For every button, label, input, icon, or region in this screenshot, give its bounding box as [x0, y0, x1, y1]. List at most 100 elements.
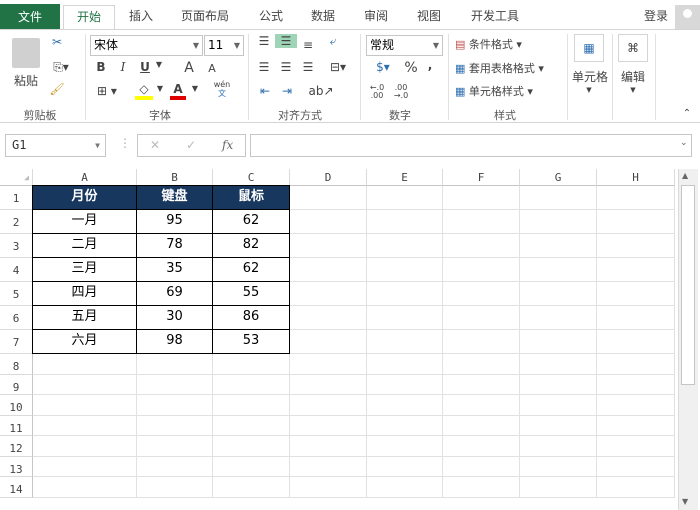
- editing-dropdown-icon[interactable]: ▼: [628, 86, 638, 94]
- cell-D3[interactable]: [290, 234, 367, 258]
- worksheet-grid[interactable]: ◢ A B C D E F G H 1 2 3 4 5 6 7 8 9 10 11 12 13 14 月份 键盘 鼠标 一月 95 62…: [0, 169, 678, 510]
- cell-styles-button[interactable]: ▦ 单元格样式 ▾: [455, 83, 550, 99]
- expand-formula-bar-icon[interactable]: ⌄: [680, 138, 688, 148]
- row-header-14[interactable]: 14: [0, 477, 33, 498]
- cell-H12[interactable]: [597, 436, 675, 457]
- cancel-icon[interactable]: ✕: [150, 138, 160, 152]
- cell-F3[interactable]: [443, 234, 520, 258]
- format-as-table-button[interactable]: ▦ 套用表格格式 ▾: [455, 60, 559, 76]
- cell-E13[interactable]: [367, 456, 443, 477]
- cell-D8[interactable]: [290, 354, 367, 375]
- cell-D5[interactable]: [290, 282, 367, 306]
- table-cell[interactable]: 六月: [32, 329, 137, 354]
- cell-E7[interactable]: [367, 330, 443, 354]
- vertical-scrollbar[interactable]: ▲ ▼: [678, 169, 698, 510]
- cell-C11[interactable]: [213, 415, 290, 436]
- row-header-2[interactable]: 2: [0, 210, 33, 234]
- cell-C8[interactable]: [213, 354, 290, 375]
- row-header-11[interactable]: 11: [0, 415, 33, 436]
- scroll-down-icon[interactable]: ▼: [682, 497, 688, 506]
- avatar[interactable]: [675, 5, 700, 29]
- font-color-icon[interactable]: A: [170, 82, 186, 100]
- cell-D9[interactable]: [290, 374, 367, 395]
- increase-decimal-icon[interactable]: ←.0.00: [368, 84, 386, 100]
- row-header-6[interactable]: 6: [0, 306, 33, 330]
- cell-C10[interactable]: [213, 395, 290, 416]
- row-header-7[interactable]: 7: [0, 330, 33, 354]
- formula-input[interactable]: [250, 134, 692, 157]
- font-color-dropdown-icon[interactable]: ▼: [190, 84, 200, 93]
- cell-G4[interactable]: [520, 258, 597, 282]
- cell-D1[interactable]: [290, 186, 367, 210]
- cell-H4[interactable]: [597, 258, 675, 282]
- cell-C9[interactable]: [213, 374, 290, 395]
- shrink-font-button[interactable]: A: [206, 62, 218, 75]
- cell-F1[interactable]: [443, 186, 520, 210]
- row-header-13[interactable]: 13: [0, 456, 33, 477]
- tab-page-layout[interactable]: 页面布局: [172, 5, 238, 29]
- cell-D10[interactable]: [290, 395, 367, 416]
- column-header-C[interactable]: C: [213, 169, 290, 186]
- cell-F14[interactable]: [443, 477, 520, 498]
- conditional-formatting-button[interactable]: ▤ 条件格式 ▾: [455, 36, 535, 52]
- table-cell[interactable]: 62: [212, 257, 290, 282]
- table-header-cell[interactable]: 键盘: [136, 185, 213, 210]
- table-cell[interactable]: 35: [136, 257, 213, 282]
- cell-E10[interactable]: [367, 395, 443, 416]
- cell-F10[interactable]: [443, 395, 520, 416]
- find-binoculars-icon[interactable]: ⌘: [618, 34, 648, 62]
- decrease-decimal-icon[interactable]: .00 →.0: [392, 84, 410, 100]
- table-cell[interactable]: 30: [136, 305, 213, 330]
- cell-G10[interactable]: [520, 395, 597, 416]
- cell-H7[interactable]: [597, 330, 675, 354]
- row-header-9[interactable]: 9: [0, 374, 33, 395]
- bold-button[interactable]: B: [94, 60, 108, 74]
- insert-function-icon[interactable]: fx: [222, 138, 233, 152]
- cell-H10[interactable]: [597, 395, 675, 416]
- align-right-icon[interactable]: ☰: [300, 60, 316, 74]
- cell-E8[interactable]: [367, 354, 443, 375]
- row-header-5[interactable]: 5: [0, 282, 33, 306]
- table-cell[interactable]: 86: [212, 305, 290, 330]
- table-header-cell[interactable]: 鼠标: [212, 185, 290, 210]
- table-cell[interactable]: 95: [136, 209, 213, 234]
- cell-G9[interactable]: [520, 374, 597, 395]
- cell-E5[interactable]: [367, 282, 443, 306]
- table-cell[interactable]: 三月: [32, 257, 137, 282]
- cell-A13[interactable]: [33, 456, 137, 477]
- cell-B12[interactable]: [137, 436, 213, 457]
- table-cell[interactable]: 53: [212, 329, 290, 354]
- cell-E11[interactable]: [367, 415, 443, 436]
- align-middle-icon[interactable]: ☰: [275, 34, 297, 48]
- cell-G5[interactable]: [520, 282, 597, 306]
- tab-data[interactable]: 数据: [300, 5, 346, 29]
- cell-E3[interactable]: [367, 234, 443, 258]
- copy-icon[interactable]: ⎘▾: [48, 60, 74, 75]
- table-cell[interactable]: 四月: [32, 281, 137, 306]
- cell-E14[interactable]: [367, 477, 443, 498]
- tab-review[interactable]: 审阅: [353, 5, 399, 29]
- wrap-text-icon[interactable]: ⤶: [325, 34, 341, 49]
- cell-H11[interactable]: [597, 415, 675, 436]
- row-header-4[interactable]: 4: [0, 258, 33, 282]
- cell-D13[interactable]: [290, 456, 367, 477]
- cells-dropdown-icon[interactable]: ▼: [584, 86, 594, 94]
- underline-dropdown-icon[interactable]: ▼: [154, 60, 164, 69]
- italic-button[interactable]: I: [116, 60, 130, 74]
- paste-icon[interactable]: [12, 38, 40, 68]
- table-cell[interactable]: 二月: [32, 233, 137, 258]
- cell-G3[interactable]: [520, 234, 597, 258]
- column-header-B[interactable]: B: [137, 169, 213, 186]
- cell-D12[interactable]: [290, 436, 367, 457]
- table-cell[interactable]: 62: [212, 209, 290, 234]
- font-name-select[interactable]: 宋体 ▼: [90, 35, 203, 56]
- cell-H9[interactable]: [597, 374, 675, 395]
- cell-F13[interactable]: [443, 456, 520, 477]
- cell-D2[interactable]: [290, 210, 367, 234]
- orientation-icon[interactable]: ab↗: [308, 84, 334, 98]
- font-size-select[interactable]: 11 ▼: [204, 35, 244, 56]
- percent-button[interactable]: %: [403, 60, 419, 76]
- collapse-ribbon-icon[interactable]: ⌃: [680, 108, 694, 119]
- table-cell[interactable]: 一月: [32, 209, 137, 234]
- merge-center-icon[interactable]: ⊟▾: [325, 60, 351, 74]
